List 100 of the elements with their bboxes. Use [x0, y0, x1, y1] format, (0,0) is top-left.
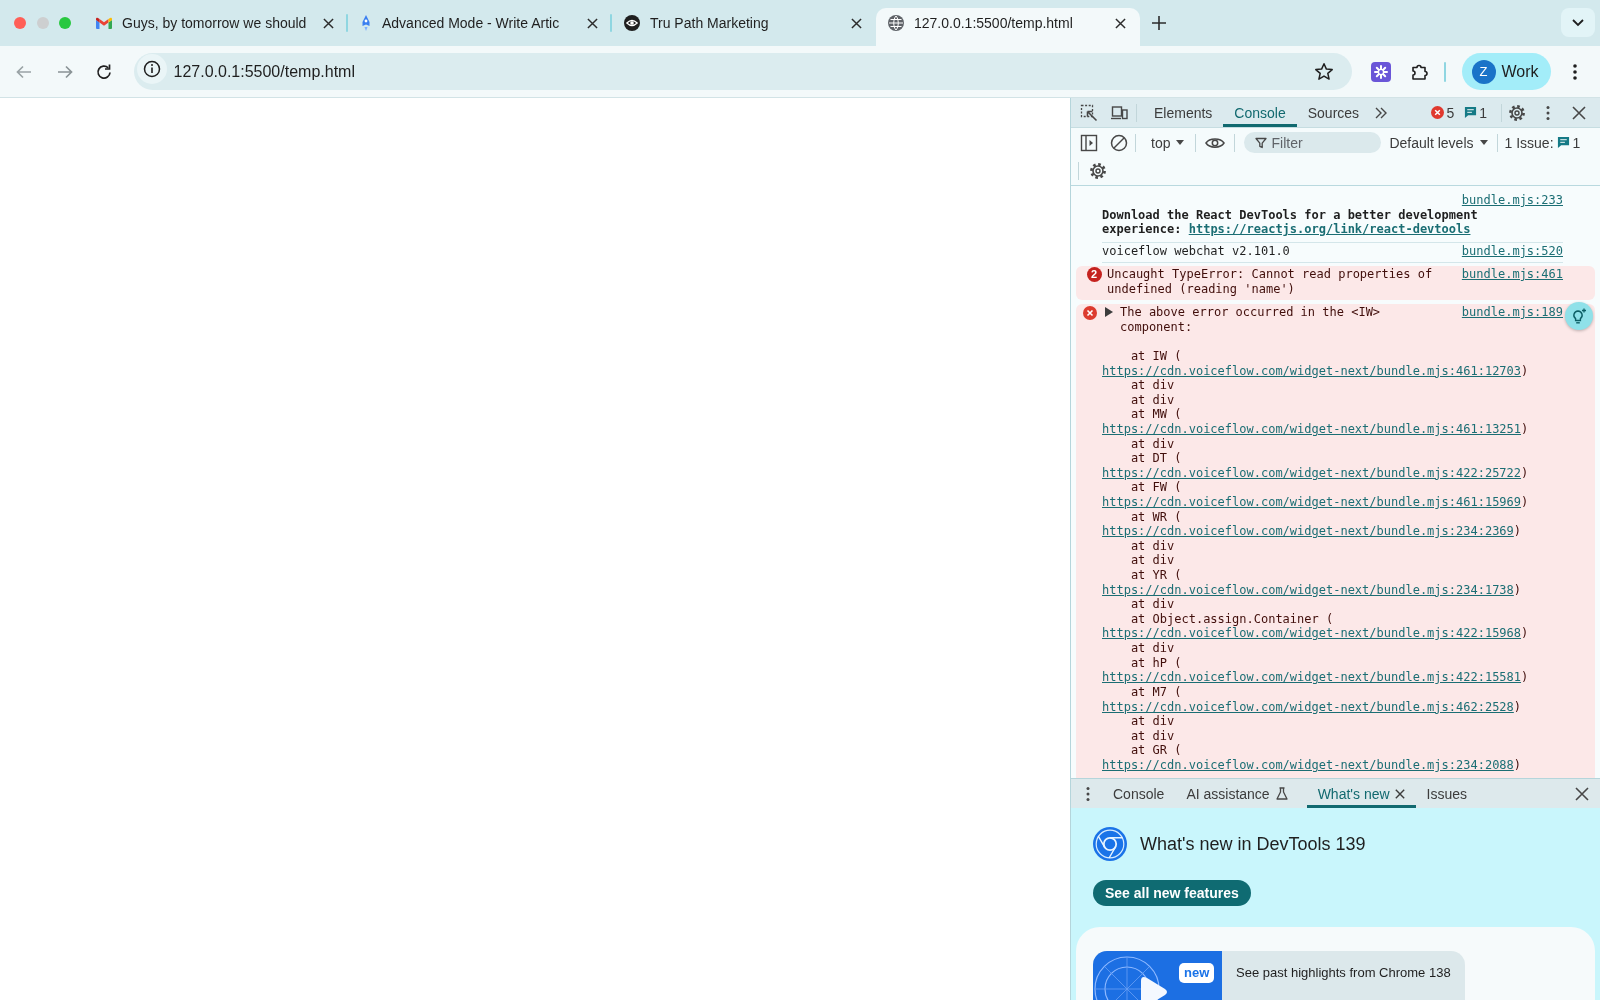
double-chevron-icon[interactable]: [1374, 106, 1389, 119]
rocket-icon: [360, 15, 372, 31]
stack-frame: at hP (: [1130, 655, 1182, 670]
panel-tab[interactable]: Sources: [1296, 98, 1371, 127]
filter-icon: [1255, 136, 1268, 149]
star-icon[interactable]: [1313, 61, 1334, 82]
stack-frame: at div: [1130, 728, 1175, 743]
stack-link[interactable]: https://cdn.voiceflow.com/widget-next/bundle.mjs:422:15968: [1102, 626, 1522, 641]
close-icon[interactable]: [1575, 786, 1589, 801]
stack-frame: at DT (: [1130, 451, 1182, 466]
devices-icon[interactable]: [1110, 103, 1128, 122]
error-icon: [1083, 305, 1097, 320]
stack-link[interactable]: https://cdn.voiceflow.com/widget-next/bundle.mjs:462:2528: [1102, 699, 1514, 714]
stack-frame: at div: [1130, 538, 1175, 553]
error-message: Uncaught TypeError: Cannot read properties of undefined (reading 'name'): [1107, 267, 1433, 296]
caret-icon: [1479, 140, 1488, 145]
url-link[interactable]: https://reactjs.org/link/react-devtools: [1188, 222, 1471, 237]
window-control-dot[interactable]: [36, 16, 49, 29]
stack-link[interactable]: https://cdn.voiceflow.com/widget-next/bundle.mjs:461:12703: [1102, 363, 1522, 378]
browser-tab[interactable]: 127.0.0.1:5500/temp.html: [876, 8, 1140, 46]
panel-tab[interactable]: Elements: [1143, 98, 1224, 127]
stack-link[interactable]: https://cdn.voiceflow.com/widget-next/bundle.mjs:234:2088: [1102, 757, 1514, 772]
browser-tab[interactable]: Guys, by tomorrow we should: [84, 8, 348, 46]
lightbulb-button[interactable]: [1565, 302, 1593, 331]
stack-frame: at div: [1130, 641, 1175, 656]
error-count-button[interactable]: 5: [1431, 104, 1455, 121]
stack-frame: at YR (: [1130, 568, 1182, 583]
levels-dropdown[interactable]: Default levels: [1387, 134, 1490, 151]
stack-frame: at div: [1130, 553, 1175, 568]
stack-link[interactable]: https://cdn.voiceflow.com/widget-next/bundle.mjs:461:13251: [1102, 421, 1522, 436]
window-control-dot[interactable]: [14, 16, 26, 29]
issues-button[interactable]: 1 Issue: 1: [1504, 134, 1581, 151]
closing-paren: ): [1521, 495, 1529, 509]
globe-icon: [888, 15, 904, 31]
stack-link[interactable]: https://cdn.voiceflow.com/widget-next/bundle.mjs:422:25722: [1102, 465, 1522, 480]
expand-triangle-icon[interactable]: [1105, 307, 1113, 318]
stack-link[interactable]: https://cdn.voiceflow.com/widget-next/bundle.mjs:234:2369: [1102, 524, 1514, 539]
closing-paren: ): [1521, 626, 1529, 641]
inspect-icon[interactable]: [1080, 103, 1098, 122]
profile-button[interactable]: Z Work: [1461, 53, 1551, 90]
highlight-item[interactable]: new See past highlights from Chrome 138: [1093, 951, 1465, 1000]
settings-icon[interactable]: [1089, 162, 1107, 180]
stack-link[interactable]: https://cdn.voiceflow.com/widget-next/bundle.mjs:461:15969: [1102, 495, 1522, 509]
drawer-tab[interactable]: Issues: [1415, 779, 1479, 808]
source-link[interactable]: bundle.mjs:189: [1461, 305, 1563, 335]
browser-tab[interactable]: Tru Path Marketing: [612, 8, 876, 46]
filter-field[interactable]: Filter: [1244, 132, 1382, 153]
error-icon: [1431, 106, 1445, 119]
closing-paren: ): [1513, 582, 1522, 597]
repeat-count-badge: 2: [1086, 267, 1102, 282]
features-button[interactable]: See all new features: [1093, 880, 1251, 906]
tab-menu-button[interactable]: [1561, 8, 1595, 37]
stack-frame: at div: [1130, 378, 1175, 393]
drawer-tab[interactable]: Console: [1102, 779, 1176, 808]
stack-frame: at FW (: [1130, 480, 1182, 495]
source-link[interactable]: bundle.mjs:520: [1461, 244, 1563, 259]
sidebar-icon[interactable]: [1080, 133, 1098, 152]
closing-paren: ): [1521, 363, 1529, 378]
close-icon[interactable]: [1572, 105, 1586, 120]
stack-link[interactable]: https://cdn.voiceflow.com/widget-next/bundle.mjs:422:15581: [1102, 670, 1522, 685]
close-icon[interactable]: [1394, 788, 1405, 799]
close-icon[interactable]: [323, 17, 334, 29]
new-badge: new: [1179, 963, 1215, 983]
stack-frame: at Object.assign.Container (: [1130, 611, 1334, 626]
window-control-dot[interactable]: [59, 16, 71, 29]
stack-frame: at div: [1130, 392, 1175, 407]
stack-frame: at WR (: [1130, 509, 1182, 524]
circle-slash-icon[interactable]: [1110, 133, 1128, 152]
source-link[interactable]: bundle.mjs:233: [1461, 193, 1563, 208]
browser-tab[interactable]: Advanced Mode - Write Artic: [348, 8, 612, 46]
message-icon: [1556, 136, 1570, 149]
close-icon[interactable]: [851, 17, 862, 29]
settings-icon[interactable]: [1508, 103, 1526, 122]
context-dropdown[interactable]: top: [1149, 134, 1187, 151]
closing-paren: ): [1513, 757, 1522, 772]
lightbulb-icon: [1571, 308, 1587, 325]
message-count-button[interactable]: 1: [1464, 104, 1487, 121]
close-icon[interactable]: [1115, 17, 1126, 29]
flower-icon[interactable]: [1370, 61, 1391, 82]
caret-icon: [1176, 140, 1185, 145]
drawer-tab[interactable]: AI assistance: [1175, 779, 1307, 808]
closing-paren: ): [1521, 421, 1529, 436]
stack-frame: at IW (: [1130, 348, 1182, 363]
stack-link[interactable]: https://cdn.voiceflow.com/widget-next/bundle.mjs:234:1738: [1102, 582, 1514, 597]
close-icon[interactable]: [587, 17, 598, 29]
closing-paren: ): [1513, 699, 1522, 714]
address-bar[interactable]: 127.0.0.1:5500/temp.html: [133, 53, 1352, 90]
circle-logo-icon: [1093, 827, 1127, 861]
plus-icon[interactable]: [1152, 16, 1166, 30]
console-message: Download the React DevTools for a better development experience: https://reactjs.org/link/react-devtools: [1102, 207, 1479, 237]
eye-icon[interactable]: [1205, 135, 1226, 150]
closing-paren: ): [1513, 524, 1522, 539]
panel-heading: What's new in DevTools 139: [1140, 833, 1366, 855]
stack-frame: at div: [1130, 436, 1175, 451]
message-icon: [1464, 106, 1478, 119]
stack-frame: at div: [1130, 597, 1175, 612]
stack-frame: at GR (: [1130, 743, 1182, 758]
error-message: The above error occurred in the <IW> component:: [1120, 305, 1382, 335]
source-link[interactable]: bundle.mjs:461: [1461, 267, 1563, 297]
console-message: voiceflow webchat v2.101.0: [1102, 244, 1290, 259]
